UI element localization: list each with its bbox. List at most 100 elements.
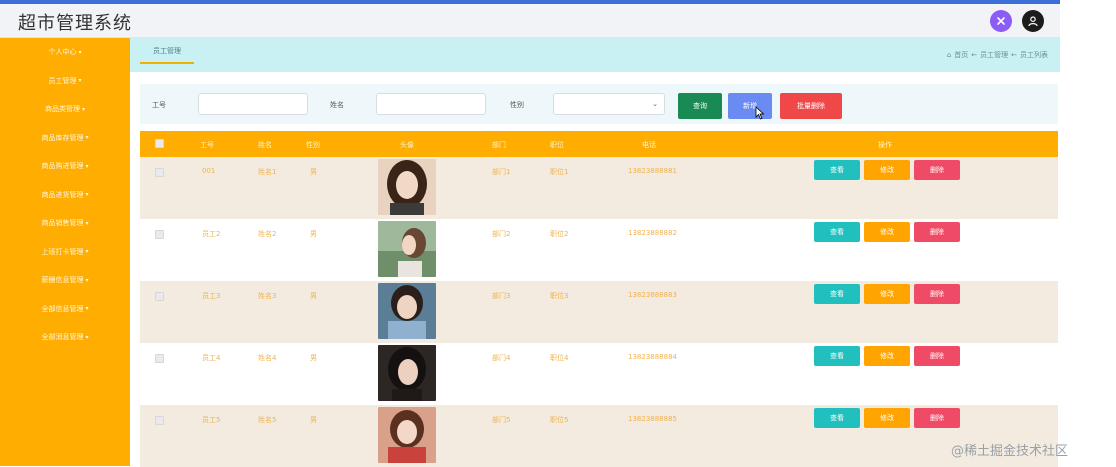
chevron-down-icon: ▾	[85, 162, 89, 170]
employee-id-input[interactable]	[198, 93, 308, 115]
row-checkbox[interactable]	[155, 230, 164, 239]
select-all-checkbox[interactable]	[155, 139, 164, 148]
chevron-down-icon: ▾	[85, 134, 89, 142]
chevron-down-icon: ⌄	[652, 100, 658, 108]
delete-button[interactable]: 删除	[914, 346, 960, 366]
row-checkbox[interactable]	[155, 292, 164, 301]
breadcrumb: ⌂ 首页 ← 员工管理 ← 员工列表	[947, 50, 1048, 60]
column-header[interactable]: 职位	[550, 140, 564, 150]
cell-gender: 男	[310, 168, 317, 176]
view-button[interactable]: 查看	[814, 160, 860, 180]
search-bar: 工号 姓名 性别 ⌄ 查询 新增 批量删除	[140, 84, 1058, 124]
delete-button[interactable]: 删除	[914, 160, 960, 180]
sidebar-item-label: 商品购进管理	[41, 162, 84, 171]
column-header[interactable]: 性别	[306, 140, 320, 150]
edit-button[interactable]: 修改	[864, 160, 910, 180]
view-button[interactable]: 查看	[814, 222, 860, 242]
cell-name: 姓名1	[258, 168, 277, 176]
cell-name: 姓名4	[258, 354, 277, 362]
app-header: 超市管理系统	[0, 4, 1060, 38]
settings-icon[interactable]	[990, 10, 1012, 32]
edit-button[interactable]: 修改	[864, 284, 910, 304]
sidebar-item-all-info[interactable]: 全部信息管理 ▾	[0, 295, 130, 324]
column-header[interactable]: 姓名	[258, 140, 272, 150]
cell-department: 部门2	[492, 230, 511, 238]
avatar	[378, 345, 436, 401]
view-button[interactable]: 查看	[814, 408, 860, 428]
user-icon[interactable]	[1022, 10, 1044, 32]
add-button[interactable]: 新增	[728, 93, 772, 119]
name-input[interactable]	[376, 93, 486, 115]
sidebar-item-label: 员工管理	[48, 76, 77, 85]
cell-employee-id: 员工2	[202, 230, 221, 238]
column-header[interactable]: 电话	[642, 140, 656, 150]
batch-delete-button[interactable]: 批量删除	[780, 93, 842, 119]
view-button[interactable]: 查看	[814, 284, 860, 304]
cell-department: 部门4	[492, 354, 511, 362]
gender-label: 性别	[510, 101, 524, 109]
cell-employee-id: 001	[202, 167, 216, 175]
row-checkbox[interactable]	[155, 354, 164, 363]
gender-select[interactable]: ⌄	[553, 93, 665, 115]
breadcrumb-separator: ←	[1011, 51, 1017, 59]
edit-button[interactable]: 修改	[864, 408, 910, 428]
cell-gender: 男	[310, 292, 317, 300]
sidebar-item-purchase[interactable]: 商品购进管理 ▾	[0, 152, 130, 181]
cell-position: 职位1	[550, 168, 569, 176]
chevron-down-icon: ▾	[85, 248, 89, 256]
edit-button[interactable]: 修改	[864, 346, 910, 366]
table-row: 员工4 姓名4 男 部门4 职位4 13823888884 查看 修改 删除	[140, 343, 1058, 405]
cell-employee-id: 员工3	[202, 292, 221, 300]
cell-gender: 男	[310, 416, 317, 424]
sidebar-item-label: 商品进货管理	[41, 190, 84, 199]
delete-button[interactable]: 删除	[914, 284, 960, 304]
sidebar-item-restock[interactable]: 商品进货管理 ▾	[0, 181, 130, 210]
cell-position: 职位4	[550, 354, 569, 362]
edit-button[interactable]: 修改	[864, 222, 910, 242]
breadcrumb-item[interactable]: 员工管理	[980, 50, 1008, 60]
tab-employee-management[interactable]: 员工管理	[140, 46, 194, 64]
cell-position: 职位3	[550, 292, 569, 300]
query-button[interactable]: 查询	[678, 93, 722, 119]
chevron-down-icon: ▾	[81, 105, 85, 113]
column-header[interactable]: 部门	[492, 140, 506, 150]
cell-phone: 13823888884	[628, 353, 677, 361]
cell-position: 职位2	[550, 230, 569, 238]
sidebar-item-all-messages[interactable]: 全部消息管理 ▾	[0, 323, 130, 352]
cell-name: 姓名5	[258, 416, 277, 424]
cell-employee-id: 员工4	[202, 354, 221, 362]
sidebar-item-label: 商品库存管理	[41, 133, 84, 142]
cell-phone: 13823888885	[628, 415, 677, 423]
sidebar-item-label: 全部信息管理	[41, 304, 84, 313]
avatar	[378, 221, 436, 277]
avatar	[378, 159, 436, 215]
cell-employee-id: 员工5	[202, 416, 221, 424]
sidebar-item-category[interactable]: 商品类管理 ▾	[0, 95, 130, 124]
delete-button[interactable]: 删除	[914, 222, 960, 242]
view-button[interactable]: 查看	[814, 346, 860, 366]
sidebar-item-stock[interactable]: 商品库存管理 ▾	[0, 124, 130, 153]
chevron-down-icon: ▾	[85, 276, 89, 284]
sidebar-item-salary[interactable]: 薪酬信息管理 ▾	[0, 266, 130, 295]
cell-gender: 男	[310, 230, 317, 238]
cell-name: 姓名3	[258, 292, 277, 300]
app-title: 超市管理系统	[18, 13, 132, 34]
home-icon: ⌂	[946, 51, 952, 59]
cell-department: 部门1	[492, 168, 511, 176]
sidebar-item-label: 商品类管理	[44, 105, 80, 114]
sidebar-item-sales[interactable]: 商品销售管理 ▾	[0, 209, 130, 238]
sidebar-item-attendance[interactable]: 上班打卡管理 ▾	[0, 238, 130, 267]
avatar	[378, 407, 436, 463]
column-header[interactable]: 工号	[200, 140, 214, 150]
delete-button[interactable]: 删除	[914, 408, 960, 428]
tab-bar: 员工管理 ⌂ 首页 ← 员工管理 ← 员工列表	[130, 38, 1060, 72]
chevron-down-icon: ▾	[78, 48, 82, 56]
sidebar-item-label: 全部消息管理	[41, 333, 84, 342]
breadcrumb-item[interactable]: 首页	[954, 50, 968, 60]
row-checkbox[interactable]	[155, 168, 164, 177]
cell-phone: 13823888882	[628, 229, 677, 237]
sidebar-item-employee[interactable]: 员工管理 ▾	[0, 67, 130, 96]
sidebar-item-label: 薪酬信息管理	[41, 276, 84, 285]
sidebar-item-personal[interactable]: 个人中心 ▾	[0, 38, 130, 67]
row-checkbox[interactable]	[155, 416, 164, 425]
